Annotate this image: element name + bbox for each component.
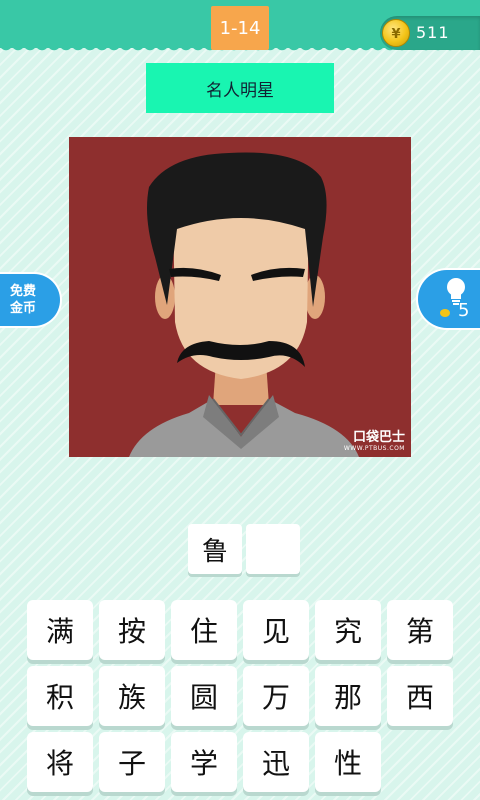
char-key[interactable]: 见 bbox=[243, 600, 309, 660]
watermark-brand: 口袋巴士 bbox=[352, 430, 405, 445]
char-key[interactable]: 西 bbox=[387, 666, 453, 726]
free-coins-label-line2: 金币 bbox=[10, 301, 37, 316]
char-key[interactable]: 住 bbox=[171, 600, 237, 660]
char-key[interactable]: 迅 bbox=[243, 732, 309, 792]
char-key[interactable]: 那 bbox=[315, 666, 381, 726]
free-coins-button[interactable]: 免费 金币 bbox=[0, 272, 62, 328]
hint-button[interactable]: 5 bbox=[416, 268, 480, 330]
watermark-url: WWW.PTBUS.COM bbox=[343, 445, 405, 452]
level-badge: 1-14 bbox=[211, 6, 269, 50]
char-key[interactable]: 圆 bbox=[171, 666, 237, 726]
answer-slot[interactable] bbox=[246, 524, 300, 574]
svg-text:¥: ¥ bbox=[391, 27, 400, 42]
char-key[interactable]: 满 bbox=[27, 600, 93, 660]
char-key[interactable]: 第 bbox=[387, 600, 453, 660]
coin-count: 511 bbox=[416, 23, 450, 42]
puzzle-image: 口袋巴士 WWW.PTBUS.COM bbox=[69, 137, 411, 457]
free-coins-label-line1: 免费 bbox=[10, 284, 37, 299]
char-key[interactable]: 性 bbox=[315, 732, 381, 792]
char-key[interactable]: 万 bbox=[243, 666, 309, 726]
answer-slot[interactable]: 鲁 bbox=[188, 524, 242, 574]
char-key[interactable]: 将 bbox=[27, 732, 93, 792]
char-key[interactable]: 究 bbox=[315, 600, 381, 660]
coin-icon: ¥ bbox=[382, 19, 410, 47]
char-key[interactable]: 学 bbox=[171, 732, 237, 792]
coin-dot-icon bbox=[440, 309, 450, 317]
portrait-illustration bbox=[129, 152, 359, 457]
coin-balance[interactable]: ¥ 511 bbox=[380, 16, 480, 50]
char-key[interactable]: 积 bbox=[27, 666, 93, 726]
hint-count: 5 bbox=[458, 300, 470, 321]
category-label: 名人明星 bbox=[146, 63, 334, 113]
char-key[interactable]: 子 bbox=[99, 732, 165, 792]
char-key[interactable]: 按 bbox=[99, 600, 165, 660]
char-key[interactable]: 族 bbox=[99, 666, 165, 726]
